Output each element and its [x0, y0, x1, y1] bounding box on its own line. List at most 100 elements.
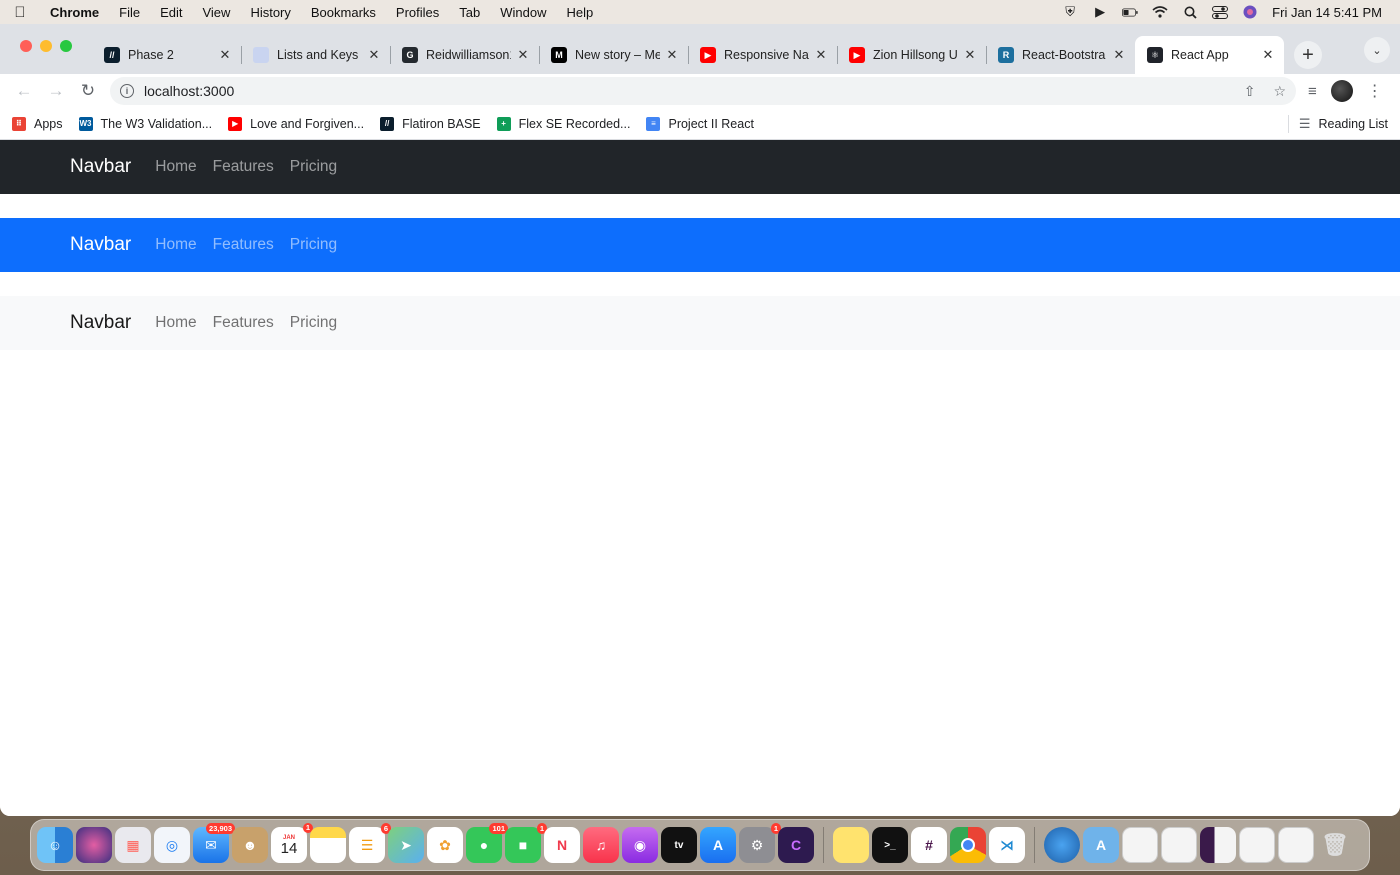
podcasts-icon[interactable]: ◉ — [622, 827, 658, 863]
notes-icon[interactable] — [310, 827, 346, 863]
tab-close-icon[interactable]: ✕ — [962, 47, 978, 63]
control-center-icon[interactable] — [1212, 5, 1229, 19]
nav-link-home[interactable]: Home — [155, 158, 196, 176]
menu-edit[interactable]: Edit — [150, 5, 192, 20]
tab-close-icon[interactable]: ✕ — [515, 47, 531, 63]
menu-file[interactable]: File — [109, 5, 150, 20]
minimized-window-3[interactable] — [1200, 827, 1236, 863]
back-arrow-icon[interactable]: ← — [8, 77, 40, 105]
tab-0[interactable]: // Phase 2 ✕ — [92, 36, 241, 74]
battery-icon[interactable] — [1122, 5, 1138, 19]
terminal-icon[interactable]: >_ — [872, 827, 908, 863]
apple-menu-icon[interactable]:  — [0, 4, 40, 21]
minimized-window-1[interactable] — [1122, 827, 1158, 863]
chrome-icon[interactable] — [950, 827, 986, 863]
facetime-icon[interactable]: ■ 1 — [505, 823, 547, 863]
nav-link-features[interactable]: Features — [213, 236, 274, 254]
minimized-window-4[interactable] — [1239, 827, 1275, 863]
applications-folder-icon[interactable]: A — [1083, 827, 1119, 863]
nav-link-home[interactable]: Home — [155, 236, 196, 254]
tab-3[interactable]: M New story – Me ✕ — [539, 36, 688, 74]
tab-close-icon[interactable]: ✕ — [1111, 47, 1127, 63]
tab-close-icon[interactable]: ✕ — [366, 47, 382, 63]
tab-close-icon[interactable]: ✕ — [813, 47, 829, 63]
new-tab-button[interactable]: + — [1294, 41, 1322, 69]
launchpad-icon[interactable]: ▦ — [115, 827, 151, 863]
menubar-clock[interactable]: Fri Jan 14 5:41 PM — [1272, 5, 1382, 20]
navbar-brand[interactable]: Navbar — [70, 234, 131, 256]
address-bar[interactable]: i localhost:3000 ⇧ ☆ — [110, 77, 1296, 105]
tab-close-icon[interactable]: ✕ — [1260, 47, 1276, 63]
maps-icon[interactable]: ➤ — [388, 827, 424, 863]
nav-link-home[interactable]: Home — [155, 314, 196, 332]
navbar-brand[interactable]: Navbar — [70, 156, 131, 178]
safari-icon[interactable]: ◎ — [154, 827, 190, 863]
vscode-icon[interactable]: ⋊ — [989, 827, 1025, 863]
screen-recorder-icon[interactable]: C — [778, 827, 814, 863]
more-menu-icon[interactable]: ⋮ — [1367, 81, 1383, 101]
nav-link-pricing[interactable]: Pricing — [290, 236, 337, 254]
tab-search-chevron-icon[interactable]: ⌄ — [1364, 37, 1390, 63]
close-window-button[interactable] — [20, 40, 32, 52]
tab-close-icon[interactable]: ✕ — [664, 47, 680, 63]
siri-icon[interactable] — [1242, 5, 1258, 19]
nav-link-features[interactable]: Features — [213, 158, 274, 176]
bookmark-star-icon[interactable]: ☆ — [1273, 83, 1286, 100]
bookmark-item[interactable]: W3 The W3 Validation... — [78, 116, 212, 131]
messages-icon[interactable]: ● 101 — [466, 823, 508, 863]
system-preferences-icon[interactable]: ⚙ 1 — [739, 823, 781, 863]
bookmark-item[interactable]: // Flatiron BASE — [380, 116, 481, 131]
reading-list-button[interactable]: ☰ Reading List — [1287, 114, 1388, 133]
siri-dock-icon[interactable] — [76, 827, 112, 863]
tab-4[interactable]: ▶ Responsive Nav ✕ — [688, 36, 837, 74]
menu-view[interactable]: View — [192, 5, 240, 20]
media-queue-icon[interactable]: ≡ — [1308, 83, 1317, 100]
trash-icon[interactable]: 🗑 — [1317, 827, 1353, 863]
site-info-icon[interactable]: i — [120, 84, 134, 98]
forward-arrow-icon[interactable]: → — [40, 77, 72, 105]
menu-window[interactable]: Window — [490, 5, 556, 20]
profile-avatar[interactable] — [1330, 80, 1353, 102]
finder-icon[interactable]: ☺ — [37, 827, 73, 863]
play-icon[interactable]: ▶ — [1092, 4, 1108, 19]
minimized-window-2[interactable] — [1161, 827, 1197, 863]
nav-link-pricing[interactable]: Pricing — [290, 158, 337, 176]
tab-5[interactable]: ▶ Zion Hillsong U ✕ — [837, 36, 986, 74]
tab-6[interactable]: R React-Bootstra ✕ — [986, 36, 1135, 74]
tab-7[interactable]: ⚛ React App ✕ — [1135, 36, 1284, 74]
zoom-window-button[interactable] — [60, 40, 72, 52]
menu-history[interactable]: History — [240, 5, 300, 20]
stickies-icon[interactable] — [833, 827, 869, 863]
contacts-icon[interactable]: ☻ — [232, 827, 268, 863]
menu-app-chrome[interactable]: Chrome — [40, 5, 109, 20]
reload-icon[interactable]: ↻ — [72, 77, 104, 105]
tab-close-icon[interactable]: ✕ — [217, 47, 233, 63]
minimized-window-5[interactable] — [1278, 827, 1314, 863]
bookmark-item[interactable]: + Flex SE Recorded... — [496, 116, 630, 131]
menu-help[interactable]: Help — [557, 5, 604, 20]
photos-icon[interactable]: ✿ — [427, 827, 463, 863]
news-icon[interactable]: N — [544, 827, 580, 863]
navbar-brand[interactable]: Navbar — [70, 312, 131, 334]
nav-link-features[interactable]: Features — [213, 314, 274, 332]
tab-1[interactable]: Lists and Keys | ✕ — [241, 36, 390, 74]
bookmark-item[interactable]: ≡ Project II React — [646, 116, 754, 131]
reminders-icon[interactable]: ☰ 6 — [349, 823, 391, 863]
bookmark-item[interactable]: ⠿ Apps — [12, 116, 63, 131]
nav-link-pricing[interactable]: Pricing — [290, 314, 337, 332]
tab-2[interactable]: G Reidwilliamson1 ✕ — [390, 36, 539, 74]
bookmark-item[interactable]: ▶ Love and Forgiven... — [228, 116, 364, 131]
minimize-window-button[interactable] — [40, 40, 52, 52]
mail-icon[interactable]: ✉ 23,903 — [193, 823, 235, 863]
spotlight-search-icon[interactable] — [1182, 5, 1198, 19]
menu-tab[interactable]: Tab — [449, 5, 490, 20]
calendar-icon[interactable]: JAN 14 1 — [271, 823, 313, 863]
music-icon[interactable]: ♫ — [583, 827, 619, 863]
menu-bookmarks[interactable]: Bookmarks — [301, 5, 386, 20]
vpn-shield-icon[interactable]: ⛨ — [1062, 4, 1078, 19]
app-store-icon[interactable]: A — [700, 827, 736, 863]
wifi-icon[interactable] — [1152, 5, 1168, 19]
apple-tv-icon[interactable]: tv — [661, 827, 697, 863]
network-globe-icon[interactable] — [1044, 827, 1080, 863]
menu-profiles[interactable]: Profiles — [386, 5, 449, 20]
